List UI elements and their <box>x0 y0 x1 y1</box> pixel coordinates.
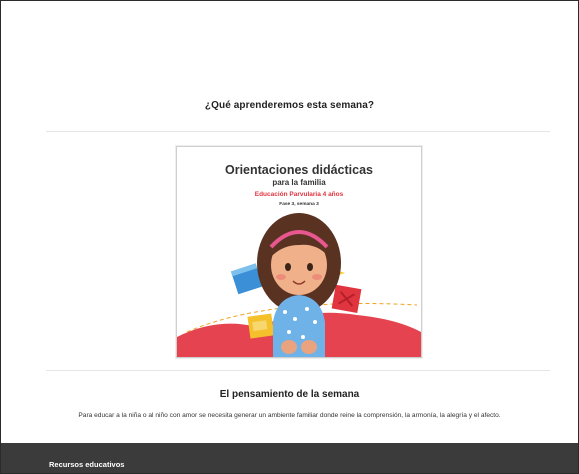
cover-level: Educación Parvularia 4 años <box>254 191 344 198</box>
divider <box>46 370 550 371</box>
guide-cover-image[interactable]: Orientaciones didácticas para la familia… <box>176 146 422 358</box>
cover-subtitle: para la familia <box>272 178 326 187</box>
divider <box>46 131 550 132</box>
footer-bar: Recursos educativos <box>1 443 578 473</box>
footer-title: Recursos educativos <box>49 460 125 469</box>
cover-phase: Fase 3, semana 3 <box>279 202 319 207</box>
cover-title: Orientaciones didácticas <box>225 163 373 177</box>
thought-heading: El pensamiento de la semana <box>219 389 360 400</box>
week-heading: ¿Qué aprenderemos esta semana? <box>204 100 375 111</box>
thought-text: Para educar a la niña o al niño con amor… <box>78 412 501 419</box>
